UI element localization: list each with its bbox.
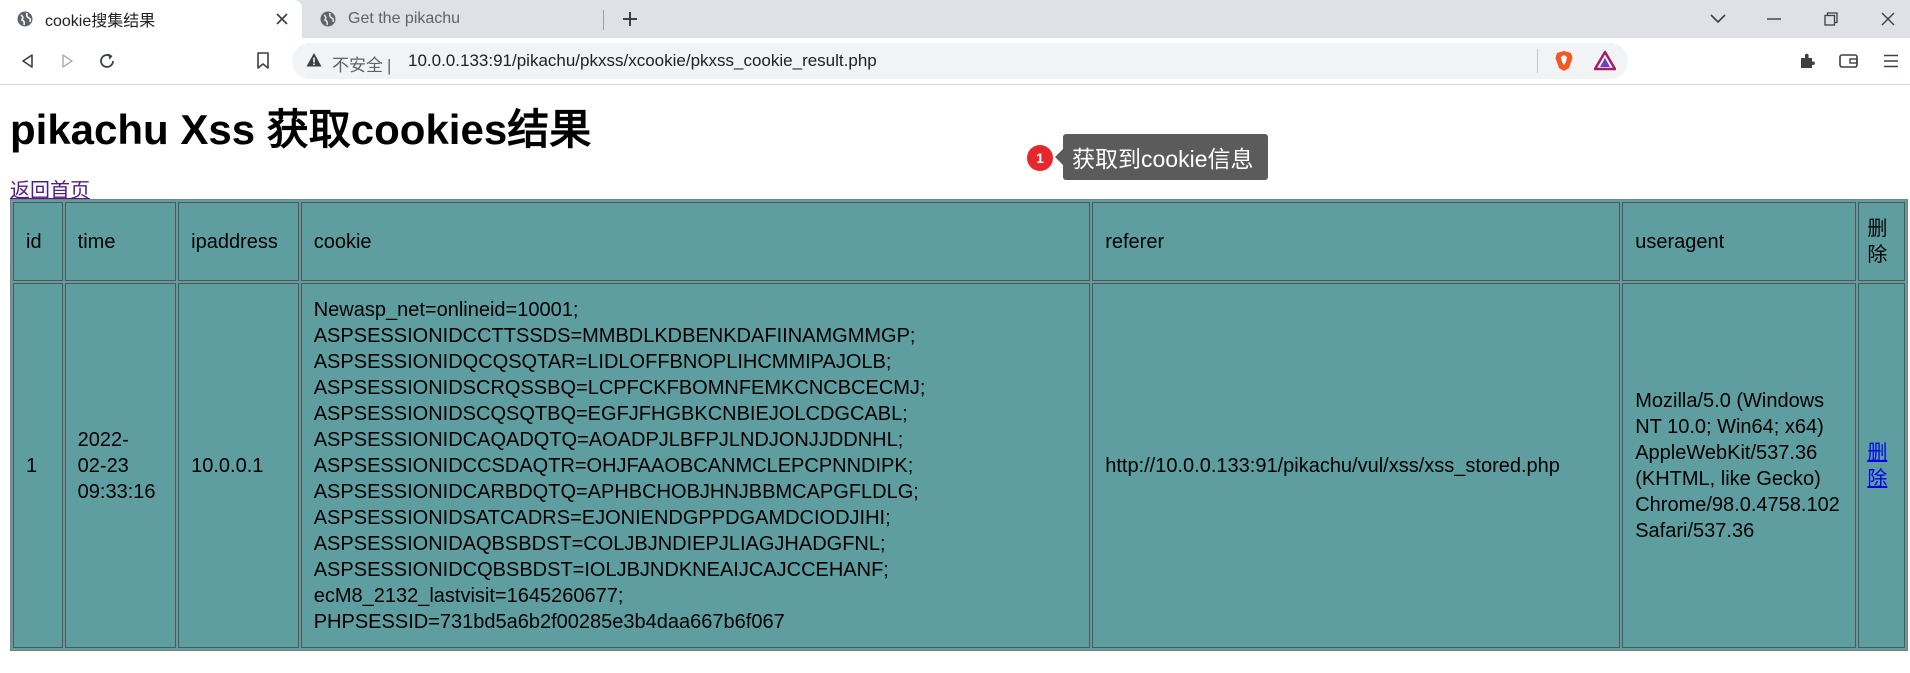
time-line: 2022- (77, 428, 129, 451)
cookie-line: PHPSESSID=731bd5a6b2f00285e3b4daa667b6f0… (313, 610, 785, 633)
annotation-badge: 1 (1027, 145, 1053, 171)
cookie-line: Newasp_net=onlineid=10001; (313, 298, 579, 321)
useragent-line: AppleWebKit/537.36 (1635, 441, 1818, 464)
cookie-line: ecM8_2132_lastvisit=1645260677; (313, 584, 624, 607)
cell-referer: http://10.0.0.133:91/pikachu/vul/xss/xss… (1092, 283, 1621, 648)
column-header-ipaddress: ipaddress (178, 202, 299, 281)
tab-get-the-pikachu[interactable]: Get the pikachu (303, 0, 603, 38)
cell-cookie: Newasp_net=onlineid=10001; ASPSESSIONIDC… (300, 283, 1091, 648)
column-header-useragent: useragent (1622, 202, 1857, 281)
forward-icon[interactable] (52, 46, 82, 76)
cell-id: 1 (13, 283, 63, 648)
globe-icon (319, 10, 337, 28)
close-icon[interactable] (272, 9, 292, 29)
window-close-icon[interactable] (1860, 0, 1910, 38)
time-line: 02-23 (77, 454, 129, 477)
address-bar[interactable]: 不安全 | 10.0.0.133:91/pikachu/pkxss/xcookie… (292, 43, 1628, 79)
brave-rewards-icon[interactable] (1593, 50, 1617, 77)
delete-link-text: 删 (1867, 441, 1888, 464)
security-label: 不安全 (332, 56, 383, 75)
bookmark-icon[interactable] (248, 46, 278, 76)
minimize-icon[interactable] (1746, 0, 1802, 38)
cookie-results-table: id time ipaddress cookie referer userage… (10, 199, 1908, 651)
delete-link-text: 除 (1867, 467, 1888, 490)
restore-icon[interactable] (1803, 0, 1859, 38)
useragent-line: Mozilla/5.0 (Windows (1635, 389, 1825, 412)
cell-ipaddress: 10.0.0.1 (178, 283, 299, 648)
wallet-icon[interactable] (1834, 46, 1864, 76)
column-header-delete: 删除 (1858, 202, 1905, 281)
tab-cookie-results[interactable]: cookie搜集结果 (0, 0, 302, 38)
cookie-line: ASPSESSIONIDCAQADQTQ=AOADPJLBFPJLNDJONJJ… (313, 428, 904, 451)
cell-delete: 删 除 (1858, 283, 1905, 648)
cookie-line: ASPSESSIONIDSATCADRS=EJONIENDGPPDGAMDCIO… (313, 506, 891, 529)
table-header-row: id time ipaddress cookie referer userage… (13, 202, 1905, 281)
back-icon[interactable] (13, 46, 43, 76)
useragent-line: Safari/537.36 (1635, 519, 1755, 542)
column-header-referer: referer (1092, 202, 1621, 281)
annotation-tooltip: 获取到cookie信息 (1054, 134, 1269, 180)
tab-strip: cookie搜集结果 Get the pikachu (0, 0, 1910, 38)
time-line: 09:33:16 (77, 480, 156, 503)
browser-toolbar: 不安全 | 10.0.0.133:91/pikachu/pkxss/xcookie… (0, 38, 1910, 85)
security-separator: | (387, 56, 392, 75)
globe-icon (16, 10, 34, 28)
column-header-id: id (13, 202, 63, 281)
useragent-line: NT 10.0; Win64; x64) (1635, 415, 1824, 438)
page-title: pikachu Xss 获取cookies结果 (10, 106, 592, 153)
tab-title: cookie搜集结果 (45, 13, 156, 30)
url-text[interactable]: 10.0.0.133:91/pikachu/pkxss/xcookie/pkxs… (408, 51, 877, 71)
cell-useragent: Mozilla/5.0 (Windows NT 10.0; Win64; x64… (1622, 283, 1857, 648)
cookie-line: ASPSESSIONIDSCRQSSBQ=LCPFCKFBOMNFEMKCNCB… (313, 376, 926, 399)
useragent-line: (KHTML, like Gecko) (1635, 467, 1821, 490)
reload-icon[interactable] (92, 46, 122, 76)
omnibox-divider (1537, 49, 1538, 73)
tab-title: Get the pikachu (348, 10, 461, 27)
cookie-line: ASPSESSIONIDAQBSBDST=COLJBJNDIEPJLIAGJHA… (313, 532, 886, 555)
column-header-cookie: cookie (300, 202, 1091, 281)
tab-separator (603, 10, 604, 30)
warning-icon[interactable] (306, 52, 322, 73)
cookie-line: ASPSESSIONIDSCQSQTBQ=EGFJFHGBKCNBIEJOLCD… (313, 402, 908, 425)
column-header-time: time (64, 202, 177, 281)
extensions-icon[interactable] (1792, 46, 1822, 76)
chevron-down-icon[interactable] (1690, 0, 1746, 38)
cell-time: 2022- 02-23 09:33:16 (64, 283, 177, 648)
cookie-line: ASPSESSIONIDCCTTSSDS=MMBDLKDBENKDAFIINAM… (313, 324, 916, 347)
menu-icon[interactable] (1876, 46, 1906, 76)
cookie-line: ASPSESSIONIDCCSDAQTR=OHJFAAOBCANMCLEPCPN… (313, 454, 914, 477)
delete-link[interactable]: 删 除 (1867, 440, 1896, 492)
useragent-line: Chrome/98.0.4758.102 (1635, 493, 1840, 516)
column-header-delete-text: 删除 (1867, 217, 1888, 266)
brave-shield-icon[interactable] (1554, 50, 1574, 77)
plus-icon[interactable] (616, 5, 644, 33)
cookie-line: ASPSESSIONIDQCQSQTAR=LIDLOFFBNOPLIHCMMIP… (313, 350, 892, 373)
annotation-text: 获取到cookie信息 (1072, 146, 1254, 172)
table-row: 1 2022- 02-23 09:33:16 10.0.0.1 Newasp_n… (13, 283, 1905, 648)
cookie-line: ASPSESSIONIDCARBDQTQ=APHBCHOBJHNJBBMCAPG… (313, 480, 919, 503)
cookie-line: ASPSESSIONIDCQBSBDST=IOLJBJNDKNEAIJCAJCC… (313, 558, 889, 581)
